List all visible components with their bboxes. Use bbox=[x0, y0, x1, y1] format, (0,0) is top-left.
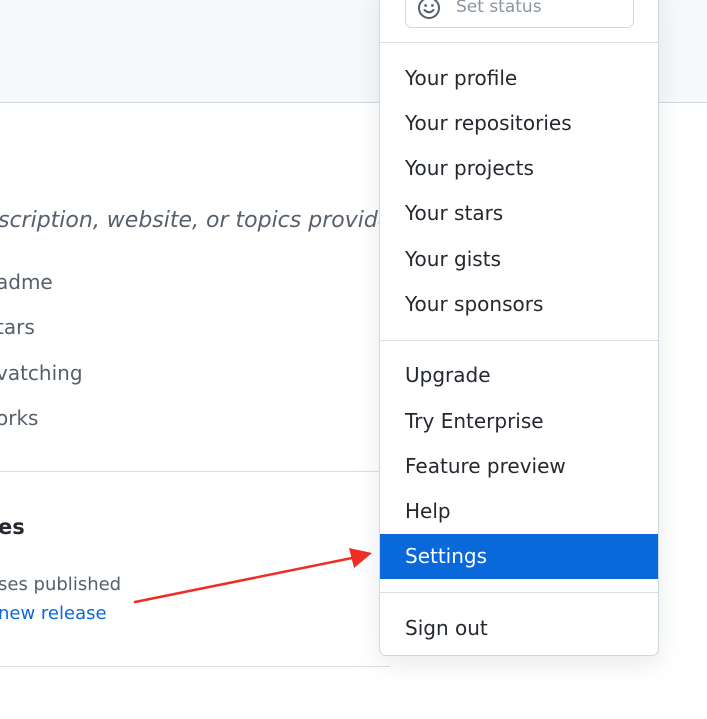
menu-item-feature-preview[interactable]: Feature preview bbox=[380, 444, 658, 489]
menu-item-your-stars[interactable]: Your stars bbox=[380, 191, 658, 236]
repo-description-placeholder: scription, website, or topics provided bbox=[0, 208, 406, 233]
menu-divider bbox=[380, 42, 658, 43]
menu-item-help[interactable]: Help bbox=[380, 489, 658, 534]
menu-item-your-sponsors[interactable]: Your sponsors bbox=[380, 282, 658, 327]
releases-heading: es bbox=[0, 515, 25, 539]
smiley-icon bbox=[417, 0, 441, 20]
menu-item-your-profile[interactable]: Your profile bbox=[380, 56, 658, 101]
menu-item-your-projects[interactable]: Your projects bbox=[380, 146, 658, 191]
section-divider bbox=[0, 471, 390, 472]
create-release-link[interactable]: new release bbox=[0, 603, 107, 624]
set-status-button[interactable]: Set status bbox=[405, 0, 634, 28]
stars-link[interactable]: tars bbox=[0, 315, 35, 339]
watching-link[interactable]: vatching bbox=[0, 361, 83, 385]
menu-item-settings[interactable]: Settings bbox=[380, 534, 658, 579]
user-menu-dropdown: Set status Your profile Your repositorie… bbox=[379, 0, 659, 656]
menu-item-upgrade[interactable]: Upgrade bbox=[380, 353, 658, 398]
menu-item-try-enterprise[interactable]: Try Enterprise bbox=[380, 399, 658, 444]
menu-divider bbox=[380, 592, 658, 593]
menu-item-your-gists[interactable]: Your gists bbox=[380, 237, 658, 282]
menu-item-your-repositories[interactable]: Your repositories bbox=[380, 101, 658, 146]
forks-link[interactable]: orks bbox=[0, 406, 38, 430]
menu-divider bbox=[380, 340, 658, 341]
readme-link[interactable]: adme bbox=[0, 270, 53, 294]
releases-status-text: ses published bbox=[0, 574, 122, 595]
menu-item-sign-out[interactable]: Sign out bbox=[380, 606, 658, 651]
section-divider bbox=[0, 666, 390, 667]
set-status-label: Set status bbox=[456, 0, 542, 17]
